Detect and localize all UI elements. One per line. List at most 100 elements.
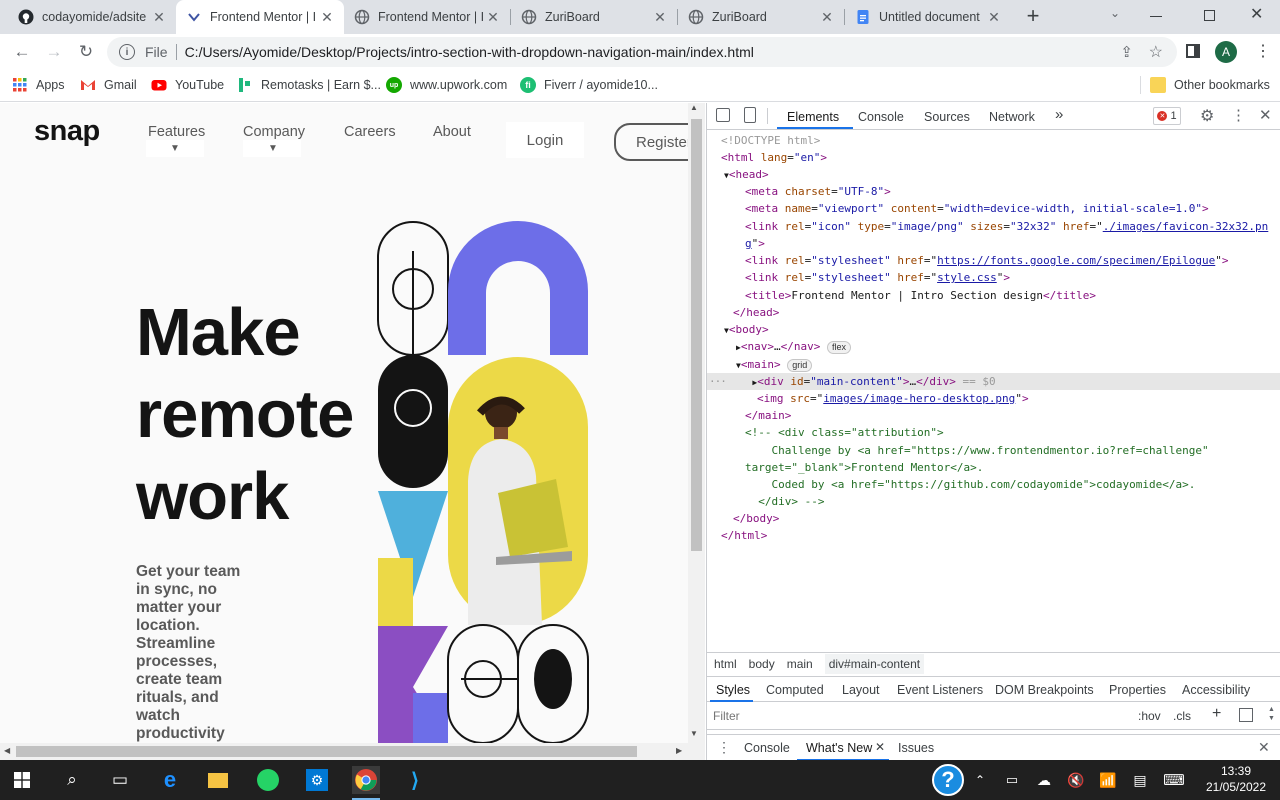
bookmark-star-icon[interactable]: ☆	[1149, 42, 1163, 62]
help-icon[interactable]: ?	[932, 764, 964, 796]
close-devtools-icon[interactable]: ✕	[1259, 106, 1272, 124]
tab-frontend-mentor-active[interactable]: Frontend Mentor | I ✕	[176, 0, 344, 34]
breadcrumb-main[interactable]: main	[787, 657, 813, 671]
close-drawer-tab-icon[interactable]: ✕	[875, 740, 885, 754]
dom-node-body[interactable]: ▼<body>	[707, 321, 1280, 338]
bookmark-upwork[interactable]: up www.upwork.com	[386, 77, 507, 93]
new-style-rule-icon[interactable]: +	[1212, 705, 1221, 723]
close-tab-icon[interactable]: ✕	[150, 9, 168, 26]
volume-muted-icon[interactable]: 🔇	[1062, 766, 1090, 794]
subtab-computed[interactable]: Computed	[766, 683, 824, 697]
windows-start-icon[interactable]	[8, 766, 36, 794]
pane-scroll-icon[interactable]: ▲ ▼	[1268, 705, 1275, 723]
breadcrumb-main-content[interactable]: div#main-content	[824, 653, 925, 674]
settings-app-icon[interactable]: ⚙	[303, 766, 331, 794]
snap-logo[interactable]: snap	[34, 115, 100, 148]
new-tab-button[interactable]: +	[1021, 5, 1045, 29]
nav-features[interactable]: Features	[148, 124, 205, 140]
href-link[interactable]: style.css	[937, 271, 997, 284]
minimize-button[interactable]	[1150, 16, 1162, 17]
dom-comment-line-5[interactable]: </div> -->	[707, 493, 1280, 510]
profile-avatar[interactable]: A	[1215, 41, 1237, 63]
bookmark-fiverr[interactable]: fi Fiverr / ayomide10...	[520, 77, 658, 93]
subtab-event-listeners[interactable]: Event Listeners	[897, 683, 983, 697]
bookmark-remotasks[interactable]: Remotasks | Earn $...	[237, 77, 381, 93]
dom-comment-line-1[interactable]: <!-- <div class="attribution">	[707, 424, 1280, 441]
href-link[interactable]: ./images/favicon-32x32.pn	[1103, 220, 1269, 233]
more-tabs-icon[interactable]: »	[1055, 106, 1063, 123]
chrome-icon[interactable]	[352, 766, 380, 794]
devtools-tab-sources[interactable]: Sources	[924, 110, 970, 124]
devtools-tab-network[interactable]: Network	[989, 110, 1035, 124]
settings-gear-icon[interactable]: ⚙	[1200, 106, 1214, 126]
scroll-right-icon[interactable]: ▶	[676, 746, 682, 755]
clock[interactable]: 13:39 21/05/2022	[1200, 763, 1272, 795]
horizontal-scroll-thumb[interactable]	[16, 746, 637, 757]
dom-node-body-close[interactable]: </body>	[707, 510, 1280, 527]
dom-node-img[interactable]: <img src="images/image-hero-desktop.png"…	[707, 390, 1280, 407]
network-disconnected-icon[interactable]: 📶	[1094, 766, 1122, 794]
hov-toggle[interactable]: :hov	[1138, 709, 1161, 723]
info-icon[interactable]: i	[119, 44, 135, 60]
bookmark-apps[interactable]: Apps	[12, 77, 65, 93]
href-link[interactable]: g	[745, 237, 752, 250]
vscode-icon[interactable]: ⟩	[401, 766, 429, 794]
vertical-scroll-thumb[interactable]	[691, 119, 702, 551]
forward-button[interactable]: →	[42, 40, 66, 64]
dom-node-html-close[interactable]: </html>	[707, 527, 1280, 544]
close-drawer-icon[interactable]: ✕	[1258, 739, 1270, 756]
inspect-element-icon[interactable]	[716, 108, 730, 122]
close-tab-icon[interactable]: ✕	[318, 9, 336, 26]
subtab-styles[interactable]: Styles	[716, 683, 750, 697]
vertical-scrollbar[interactable]: ▲ ▼	[688, 103, 705, 743]
share-icon[interactable]: ⇪	[1120, 43, 1133, 61]
close-tab-icon[interactable]: ✕	[985, 9, 1003, 26]
edge-browser-icon[interactable]: e	[156, 766, 184, 794]
dom-node-link-fonts[interactable]: <link rel="stylesheet" href="https://fon…	[707, 252, 1280, 269]
bookmark-gmail[interactable]: Gmail	[80, 77, 137, 93]
drawer-tab-whats-new[interactable]: What's New	[806, 741, 872, 755]
breadcrumb-html[interactable]: html	[714, 657, 737, 671]
dom-node-nav[interactable]: ▶<nav>…</nav> flex	[707, 338, 1280, 355]
dom-node-doctype[interactable]: <!DOCTYPE html>	[707, 132, 1280, 149]
styles-filter-input[interactable]	[709, 705, 1127, 726]
subtab-layout[interactable]: Layout	[842, 683, 880, 697]
close-tab-icon[interactable]: ✕	[651, 9, 669, 26]
register-button[interactable]: Register	[614, 123, 688, 161]
dom-node-head-close[interactable]: </head>	[707, 304, 1280, 321]
cloud-sync-icon[interactable]: ☁	[1030, 766, 1058, 794]
toggle-sidebar-icon[interactable]	[1239, 708, 1253, 722]
back-button[interactable]: ←	[10, 40, 34, 64]
dom-node-meta-viewport[interactable]: <meta name="viewport" content="width=dev…	[707, 200, 1280, 217]
href-link[interactable]: images/image-hero-desktop.png	[823, 392, 1015, 405]
file-explorer-icon[interactable]	[204, 766, 232, 794]
close-tab-icon[interactable]: ✕	[484, 9, 502, 26]
dom-node-head[interactable]: ▼<head>	[707, 166, 1280, 183]
show-hidden-icons-chevron[interactable]: ⌃	[966, 766, 994, 794]
dom-node-link-style[interactable]: <link rel="stylesheet" href="style.css">	[707, 269, 1280, 286]
dom-node-link-icon-wrap[interactable]: g">	[707, 235, 1280, 252]
nav-careers[interactable]: Careers	[344, 124, 396, 140]
reload-button[interactable]: ↻	[74, 40, 98, 64]
subtab-properties[interactable]: Properties	[1109, 683, 1166, 697]
devtools-menu-icon[interactable]: ⋮	[1231, 106, 1246, 124]
drawer-tab-console[interactable]: Console	[744, 741, 790, 755]
restore-button[interactable]	[1204, 10, 1215, 21]
subtab-accessibility[interactable]: Accessibility	[1182, 683, 1250, 697]
keyboard-icon[interactable]: ⌨	[1160, 766, 1188, 794]
login-button[interactable]: Login	[506, 122, 584, 158]
menu-kebab-icon[interactable]: ⋮	[1255, 41, 1271, 63]
dom-node-meta-charset[interactable]: <meta charset="UTF-8">	[707, 183, 1280, 200]
devtools-tab-elements[interactable]: Elements	[787, 110, 839, 124]
device-toolbar-icon[interactable]	[744, 107, 756, 123]
breadcrumb-body[interactable]: body	[749, 657, 775, 671]
dom-node-main[interactable]: ▼<main> grid	[707, 356, 1280, 373]
cls-toggle[interactable]: .cls	[1173, 709, 1191, 723]
tab-untitled-document[interactable]: Untitled document ✕	[845, 0, 1011, 34]
tab-frontend-mentor-2[interactable]: Frontend Mentor | I ✕	[344, 0, 510, 34]
notification-icon[interactable]: ▤	[1126, 766, 1154, 794]
grid-badge[interactable]: grid	[787, 359, 813, 372]
search-icon[interactable]: ⌕	[58, 766, 86, 794]
drawer-tab-issues[interactable]: Issues	[898, 741, 934, 755]
tab-zuriboard-1[interactable]: ZuriBoard ✕	[511, 0, 677, 34]
